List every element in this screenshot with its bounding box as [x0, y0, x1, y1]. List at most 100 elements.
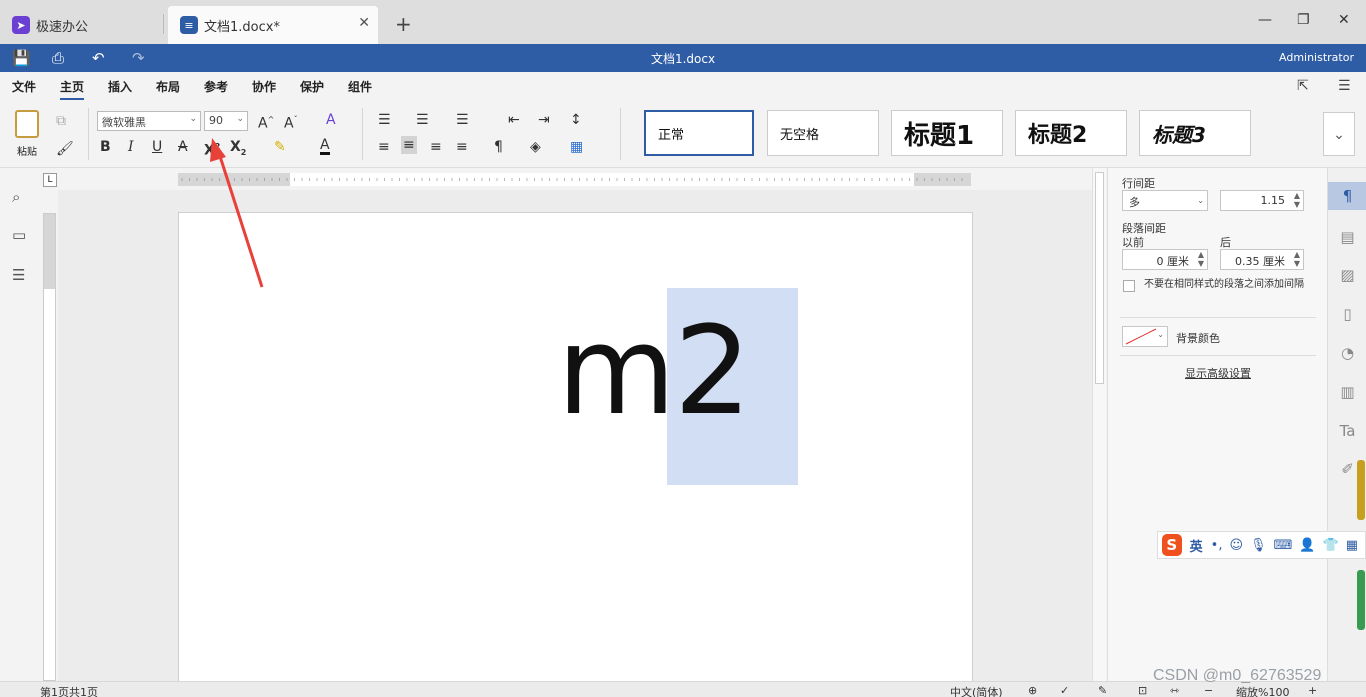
- microphone-icon[interactable]: 🎙: [1250, 538, 1267, 553]
- highlight-icon[interactable]: ✎: [274, 138, 286, 156]
- style-heading-1[interactable]: 标题1: [891, 110, 1003, 156]
- hamburger-menu-icon[interactable]: ☰: [1338, 78, 1351, 94]
- user-name[interactable]: Administrator: [1279, 51, 1354, 64]
- menu-collaborate[interactable]: 协作: [252, 78, 276, 95]
- line-spacing-icon[interactable]: ↕: [570, 111, 582, 129]
- table-settings-icon[interactable]: ▤: [1328, 228, 1366, 246]
- change-case-icon[interactable]: A: [326, 111, 336, 129]
- style-heading-2[interactable]: 标题2: [1015, 110, 1127, 156]
- bold-icon[interactable]: B: [100, 138, 111, 156]
- horizontal-ruler[interactable]: [178, 173, 971, 186]
- spacing-after-input[interactable]: 0.35 厘米 ▲ ▼: [1220, 249, 1304, 270]
- skin-icon[interactable]: 👕: [1323, 538, 1339, 553]
- numbered-list-icon[interactable]: ☰: [416, 111, 429, 129]
- tab-close-icon[interactable]: ✕: [358, 15, 370, 31]
- increase-font-icon[interactable]: A^: [258, 111, 274, 133]
- tab-home[interactable]: ➤ 极速办公: [0, 6, 162, 44]
- borders-icon[interactable]: ▦: [570, 138, 583, 156]
- navigation-icon[interactable]: ☰: [12, 266, 25, 284]
- menu-home[interactable]: 主页: [60, 78, 85, 100]
- ime-language-toggle[interactable]: 英: [1190, 536, 1203, 555]
- italic-icon[interactable]: I: [128, 138, 134, 156]
- bullet-list-icon[interactable]: ☰: [378, 111, 391, 129]
- spacing-before-input[interactable]: 0 厘米 ▲ ▼: [1122, 249, 1208, 270]
- zoom-in-icon[interactable]: +: [1308, 684, 1317, 697]
- justify-icon[interactable]: ≡: [456, 138, 468, 156]
- menu-references[interactable]: 参考: [204, 78, 228, 95]
- tab-document[interactable]: ≡ 文档1.docx* ✕: [168, 6, 378, 44]
- window-close-button[interactable]: ✕: [1338, 12, 1350, 28]
- ime-punctuation-toggle[interactable]: •,: [1211, 538, 1223, 553]
- track-changes-icon[interactable]: ✎: [1098, 684, 1107, 697]
- line-spacing-mode-select[interactable]: 多 ⌄: [1122, 190, 1208, 211]
- background-color-picker[interactable]: ⌄: [1122, 326, 1168, 347]
- style-no-spacing[interactable]: 无空格: [767, 110, 879, 156]
- underline-icon[interactable]: U: [152, 138, 162, 156]
- menu-insert[interactable]: 插入: [108, 78, 132, 95]
- subscript-icon[interactable]: X2: [230, 138, 246, 162]
- comment-icon[interactable]: ▭: [12, 226, 26, 244]
- increase-indent-icon[interactable]: ⇥: [538, 111, 550, 129]
- image-settings-icon[interactable]: ▨: [1328, 266, 1366, 284]
- search-icon[interactable]: ⌕: [12, 188, 20, 206]
- styles-expand-button[interactable]: ⌄: [1323, 112, 1355, 156]
- align-center-icon[interactable]: ≡: [401, 136, 417, 154]
- spinner-icon[interactable]: ▲ ▼: [1198, 250, 1204, 268]
- style-heading-3[interactable]: 标题3: [1139, 110, 1251, 156]
- paste-button[interactable]: 粘贴: [12, 110, 42, 160]
- no-spacing-checkbox[interactable]: [1123, 280, 1135, 292]
- spinner-icon[interactable]: ▲ ▼: [1294, 250, 1300, 268]
- language-select[interactable]: 中文(简体): [950, 684, 1003, 697]
- document-text[interactable]: m2: [557, 301, 751, 441]
- scrollbar-thumb[interactable]: [1095, 172, 1104, 384]
- open-location-icon[interactable]: ⇱: [1297, 78, 1309, 94]
- vertical-ruler[interactable]: [43, 213, 56, 681]
- font-name-select[interactable]: 微软雅黑 ⌄: [97, 111, 201, 131]
- decrease-font-icon[interactable]: Aˇ: [284, 111, 298, 133]
- align-left-icon[interactable]: ≡: [378, 138, 390, 156]
- globe-icon[interactable]: ⊕: [1028, 684, 1037, 697]
- multilevel-list-icon[interactable]: ☰: [456, 111, 469, 129]
- zoom-level[interactable]: 缩放%100: [1236, 684, 1289, 697]
- minimize-button[interactable]: —: [1258, 12, 1272, 28]
- copy-icon[interactable]: ⧉: [56, 112, 66, 130]
- tab-stop-selector[interactable]: L: [43, 173, 57, 187]
- format-painter-icon[interactable]: 🖌: [56, 140, 74, 158]
- paragraph-mark-icon[interactable]: ¶: [494, 138, 503, 156]
- show-advanced-settings-link[interactable]: 显示高级设置: [1108, 365, 1328, 381]
- line-spacing-value-input[interactable]: 1.15 ▲ ▼: [1220, 190, 1304, 211]
- strikethrough-icon[interactable]: A: [178, 138, 188, 156]
- font-size-select[interactable]: 90 ⌄: [204, 111, 248, 131]
- new-tab-button[interactable]: +: [395, 12, 412, 36]
- fit-width-icon[interactable]: ⇿: [1170, 684, 1179, 697]
- user-icon[interactable]: 👤: [1299, 538, 1315, 553]
- fit-page-icon[interactable]: ⊡: [1138, 684, 1147, 697]
- spellcheck-icon[interactable]: ✓: [1060, 684, 1069, 697]
- spinner-icon[interactable]: ▲ ▼: [1294, 191, 1300, 209]
- menu-layout[interactable]: 布局: [156, 78, 180, 95]
- menu-protect[interactable]: 保护: [300, 78, 324, 95]
- text-art-icon[interactable]: Ta: [1328, 422, 1366, 440]
- document-canvas[interactable]: m2: [58, 190, 1092, 681]
- ime-toolbar[interactable]: S 英 •, ☺ 🎙 ⌨ 👤 👕 ▦: [1157, 531, 1366, 559]
- vertical-scrollbar[interactable]: [1092, 168, 1106, 681]
- align-right-icon[interactable]: ≡: [430, 138, 442, 156]
- zoom-out-icon[interactable]: −: [1204, 684, 1213, 697]
- toolbox-icon[interactable]: ▦: [1346, 538, 1358, 553]
- shading-icon[interactable]: ◈: [530, 138, 541, 156]
- sogou-logo-icon[interactable]: S: [1162, 534, 1182, 556]
- menu-components[interactable]: 组件: [348, 78, 372, 95]
- maximize-button[interactable]: ❐: [1297, 12, 1310, 28]
- chart-settings-icon[interactable]: ▥: [1328, 383, 1366, 401]
- menu-file[interactable]: 文件: [12, 78, 36, 95]
- keyboard-icon[interactable]: ⌨: [1274, 538, 1293, 553]
- decrease-indent-icon[interactable]: ⇤: [508, 111, 520, 129]
- shape-settings-icon[interactable]: ◔: [1328, 344, 1366, 362]
- header-footer-icon[interactable]: ▯: [1328, 305, 1366, 323]
- emoji-icon[interactable]: ☺: [1229, 538, 1243, 553]
- style-normal[interactable]: 正常: [644, 110, 754, 156]
- superscript-icon[interactable]: X2: [204, 138, 220, 160]
- paragraph-settings-icon[interactable]: ¶: [1328, 182, 1366, 210]
- font-color-icon[interactable]: A: [320, 138, 330, 155]
- document-page[interactable]: m2: [178, 212, 973, 681]
